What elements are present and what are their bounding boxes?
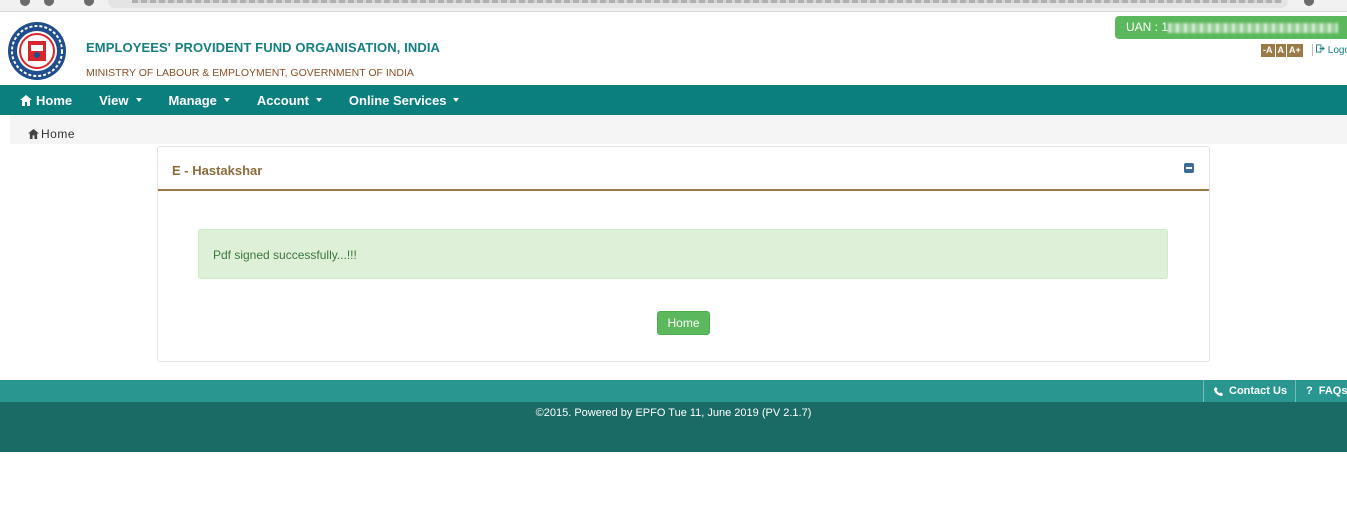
faqs-label: FAQs — [1318, 385, 1347, 397]
phone-icon — [1214, 386, 1223, 396]
panel-heading: E - Hastakshar — [158, 147, 1209, 191]
caret-down-icon — [223, 98, 230, 102]
panel-title: E - Hastakshar — [172, 163, 263, 178]
uan-redacted-value — [1168, 22, 1339, 33]
caret-down-icon — [315, 98, 322, 102]
home-button[interactable]: Home — [657, 311, 710, 335]
e-hastakshar-panel: E - Hastakshar Pdf signed successfully..… — [157, 146, 1210, 362]
nav-view-label: View — [99, 92, 129, 108]
nav-online-services[interactable]: Online Services — [349, 93, 460, 108]
footer-copyright: ©2015. Powered by EPFO Tue 11, June 2019… — [535, 407, 812, 419]
nav-view[interactable]: View — [99, 92, 142, 108]
contact-us-label: Contact Us — [1229, 385, 1288, 397]
nav-account-label: Account — [256, 92, 309, 108]
uan-badge: UAN : 1 — [1115, 16, 1347, 39]
nav-account[interactable]: Account — [257, 93, 322, 108]
org-title: EMPLOYEES' PROVIDENT FUND ORGANISATION, … — [86, 40, 441, 55]
browser-toolbar — [0, 0, 1347, 12]
font-reset-button[interactable]: A — [1275, 44, 1286, 57]
uan-label: UAN : 1 — [1126, 20, 1169, 34]
font-size-controls: -A A A+ — [1261, 44, 1303, 57]
success-message: Pdf signed successfully...!!! — [213, 248, 357, 262]
breadcrumb: Home — [10, 115, 1347, 144]
collapse-icon[interactable] — [1184, 163, 1194, 173]
font-decrease-button[interactable]: -A — [1261, 44, 1275, 57]
forward-icon[interactable] — [44, 0, 54, 6]
nav-manage-label: Manage — [168, 92, 217, 108]
address-bar-blurred-text — [132, 0, 1282, 3]
success-alert: Pdf signed successfully...!!! — [198, 229, 1168, 279]
nav-manage[interactable]: Manage — [169, 93, 230, 108]
footer: ©2015. Powered by EPFO Tue 11, June 2019… — [0, 402, 1347, 452]
font-increase-button[interactable]: A+ — [1287, 44, 1303, 57]
logout-label: Logo — [1327, 45, 1347, 56]
epfo-logo — [8, 22, 66, 80]
ministry-subtitle: MINISTRY OF LABOUR & EMPLOYMENT, GOVERNM… — [86, 67, 414, 79]
faqs-link[interactable]: ? FAQs — [1295, 380, 1347, 402]
breadcrumb-home-link[interactable]: Home — [41, 127, 75, 141]
caret-down-icon — [135, 98, 142, 102]
back-icon[interactable] — [20, 0, 30, 6]
nav-online-services-label: Online Services — [348, 92, 447, 108]
reload-icon[interactable] — [84, 0, 94, 6]
nav-home[interactable]: Home — [20, 93, 72, 108]
home-icon — [28, 129, 39, 139]
question-icon: ? — [1306, 385, 1313, 397]
main-navbar: Home View Manage Account Online Services — [0, 85, 1347, 115]
footer-links-bar: Contact Us ? FAQs — [0, 380, 1347, 402]
contact-us-link[interactable]: Contact Us — [1203, 380, 1295, 402]
caret-down-icon — [453, 98, 460, 102]
logout-link[interactable]: Logo — [1312, 44, 1347, 56]
nav-home-label: Home — [36, 92, 73, 108]
home-icon — [20, 94, 32, 106]
profile-icon[interactable] — [1304, 0, 1314, 6]
logout-icon — [1316, 44, 1325, 53]
